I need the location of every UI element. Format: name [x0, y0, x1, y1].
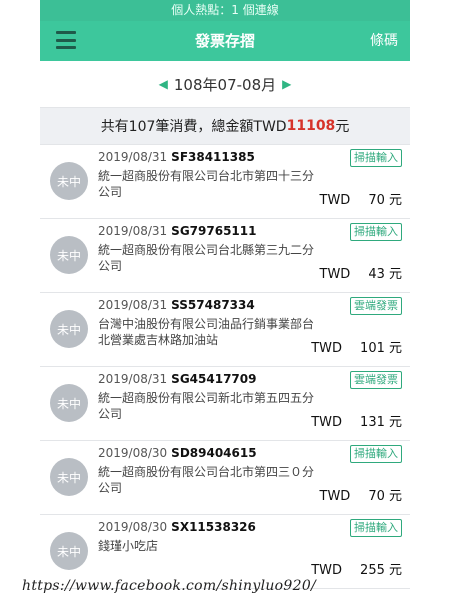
invoice-date: 2019/08/31 [98, 224, 168, 238]
watermark-url: https://www.facebook.com/shinyluo920/ [22, 578, 317, 594]
nav-bar: 發票存摺 條碼 [40, 21, 410, 61]
invoice-number: SG79765111 [171, 224, 257, 238]
invoice-number: SF38411385 [171, 150, 255, 164]
invoice-number: SD89404615 [171, 446, 257, 460]
invoice-price: TWD 43 元 [320, 263, 403, 282]
summary-prefix: 共有107筆消費，總金額TWD [100, 119, 287, 135]
store-name: 錢瑾小吃店 [98, 539, 159, 553]
amount-value: 43 元 [368, 267, 402, 282]
store-name: 統一超商股份有限公司台北市第四十三分公司 [98, 169, 315, 199]
invoice-date: 2019/08/31 [98, 298, 168, 312]
store-name: 台灣中油股份有限公司油品行銷事業部台北營業處吉林路加油站 [98, 317, 315, 347]
amount-value: 131 元 [360, 415, 402, 430]
invoice-row[interactable]: 未中 2019/08/31 SG79765111 掃描輸入 統一超商股份有限公司台… [40, 219, 410, 293]
currency-label: TWD [311, 415, 343, 430]
store-name: 統一超商股份有限公司台北縣第三九二分公司 [98, 243, 315, 273]
currency-label: TWD [311, 341, 343, 356]
lottery-status-badge: 未中 [50, 162, 88, 200]
invoice-price: TWD 101 元 [311, 337, 402, 356]
source-tag: 掃描輸入 [350, 445, 402, 463]
amount-value: 70 元 [368, 489, 402, 504]
invoice-header: 2019/08/31 SS57487334 [98, 298, 255, 312]
app-frame: 個人熱點：1 個連線 發票存摺 條碼 ◀ 108年07-08月 ▶ 共有107筆… [40, 0, 410, 600]
invoice-number: SG45417709 [171, 372, 257, 386]
summary-total-amount: 11108 [286, 118, 336, 134]
source-tag: 掃描輸入 [350, 223, 402, 241]
invoice-price: TWD 255 元 [311, 559, 402, 578]
source-tag: 掃描輸入 [350, 149, 402, 167]
currency-label: TWD [319, 267, 351, 282]
amount-value: 255 元 [360, 563, 402, 578]
invoice-date: 2019/08/31 [98, 150, 168, 164]
invoice-date: 2019/08/31 [98, 372, 168, 386]
barcode-button[interactable]: 條碼 [370, 21, 398, 61]
lottery-status-badge: 未中 [50, 532, 88, 570]
invoice-header: 2019/08/30 SX11538326 [98, 520, 256, 534]
invoice-row[interactable]: 未中 2019/08/31 SS57487334 雲端發票 台灣中油股份有限公司油… [40, 293, 410, 367]
invoice-row[interactable]: 未中 2019/08/31 SF38411385 掃描輸入 統一超商股份有限公司台… [40, 145, 410, 219]
lottery-status-badge: 未中 [50, 384, 88, 422]
invoice-date: 2019/08/30 [98, 446, 168, 460]
invoice-header: 2019/08/31 SF38411385 [98, 150, 255, 164]
source-tag: 雲端發票 [350, 297, 402, 315]
invoice-price: TWD 70 元 [320, 485, 403, 504]
currency-label: TWD [311, 563, 343, 578]
source-tag: 掃描輸入 [350, 519, 402, 537]
invoice-price: TWD 131 元 [311, 411, 402, 430]
invoice-row[interactable]: 未中 2019/08/30 SD89404615 掃描輸入 統一超商股份有限公司台… [40, 441, 410, 515]
summary-suffix: 元 [335, 119, 350, 135]
invoice-price: TWD 70 元 [320, 189, 403, 208]
triangle-right-icon[interactable]: ▶ [282, 77, 291, 91]
period-selector: ◀ 108年07-08月 ▶ [40, 61, 410, 107]
lottery-status-badge: 未中 [50, 236, 88, 274]
invoice-header: 2019/08/31 SG79765111 [98, 224, 256, 238]
invoice-date: 2019/08/30 [98, 520, 168, 534]
invoice-number: SS57487334 [171, 298, 255, 312]
lottery-status-badge: 未中 [50, 458, 88, 496]
invoice-row[interactable]: 未中 2019/08/31 SG45417709 雲端發票 統一超商股份有限公司新… [40, 367, 410, 441]
period-label: 108年07-08月 [173, 75, 277, 94]
amount-value: 70 元 [368, 193, 402, 208]
source-tag: 雲端發票 [350, 371, 402, 389]
currency-label: TWD [319, 193, 351, 208]
invoice-header: 2019/08/30 SD89404615 [98, 446, 257, 460]
invoice-header: 2019/08/31 SG45417709 [98, 372, 256, 386]
page-title: 發票存摺 [194, 32, 255, 50]
store-name: 統一超商股份有限公司新北市第五四五分公司 [98, 391, 315, 421]
invoice-list: 未中 2019/08/31 SF38411385 掃描輸入 統一超商股份有限公司台… [40, 145, 410, 589]
lottery-status-badge: 未中 [50, 310, 88, 348]
invoice-number: SX11538326 [171, 520, 256, 534]
store-name: 統一超商股份有限公司台北市第四三０分公司 [98, 465, 315, 495]
hotspot-status-text: 個人熱點：1 個連線 [171, 3, 279, 17]
amount-value: 101 元 [360, 341, 402, 356]
summary-bar: 共有107筆消費，總金額TWD 11108 元 [40, 107, 410, 145]
triangle-left-icon[interactable]: ◀ [159, 77, 168, 91]
status-bar: 個人熱點：1 個連線 [40, 0, 410, 21]
currency-label: TWD [319, 489, 351, 504]
